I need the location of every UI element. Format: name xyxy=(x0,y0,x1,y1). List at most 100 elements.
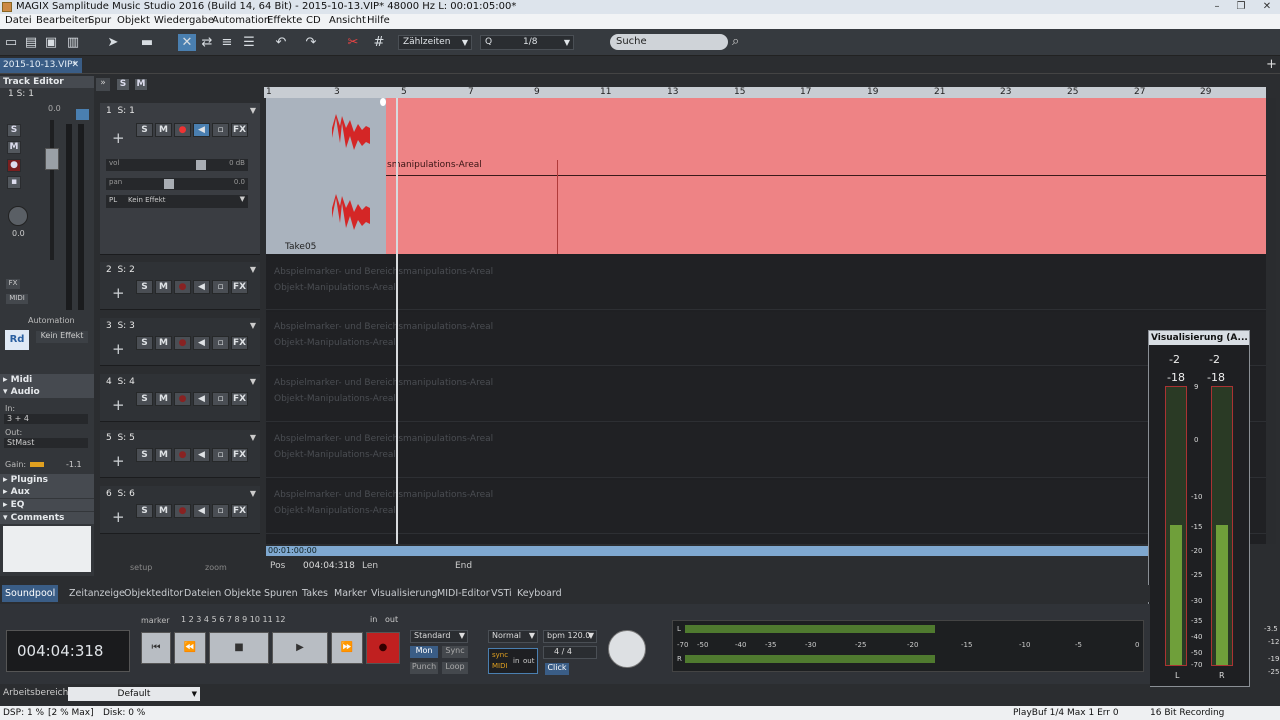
track-3-header[interactable]: 3 S: 3 ▼ + S M ● ◀ ▫ FX xyxy=(100,318,260,366)
track-4-solo-button[interactable]: S xyxy=(136,392,153,406)
track-1-plugin-select[interactable]: PL Kein Effekt ▼ xyxy=(106,195,248,208)
monitor-icon[interactable]: ◀ xyxy=(193,504,210,518)
record-icon[interactable]: ● xyxy=(174,392,191,406)
pointer-tool-icon[interactable]: ➤ xyxy=(104,34,122,51)
pan-knob[interactable] xyxy=(8,206,28,226)
search-icon[interactable]: ⌕ xyxy=(732,34,739,49)
clip-handle[interactable] xyxy=(380,98,386,106)
add-icon[interactable]: + xyxy=(112,129,125,147)
midi-button[interactable]: MIDI xyxy=(6,294,28,304)
menu-ansicht[interactable]: Ansicht xyxy=(329,15,366,26)
jog-wheel[interactable] xyxy=(608,630,646,668)
marker-6[interactable]: 6 xyxy=(219,615,224,624)
expand-icon[interactable]: » xyxy=(96,78,110,91)
track-4-header[interactable]: 4 S: 4 ▼ + S M ● ◀ ▫ FX xyxy=(100,374,260,422)
tab-midi-editor[interactable]: MIDI-Editor xyxy=(434,585,493,602)
monitor-icon[interactable]: ◀ xyxy=(193,280,210,294)
chevron-down-icon[interactable]: ▼ xyxy=(250,489,256,498)
track-editor-header[interactable]: Track Editor xyxy=(0,76,94,88)
menu-spur[interactable]: Spur xyxy=(88,15,111,26)
punch-button[interactable]: Punch xyxy=(410,662,438,674)
track-2-header[interactable]: 2 S: 2 ▼ + S M ● ◀ ▫ FX xyxy=(100,262,260,310)
cut-icon[interactable]: ✂ xyxy=(344,34,362,51)
go-to-start-icon[interactable]: ⏮ xyxy=(141,632,171,664)
track-5-solo-button[interactable]: S xyxy=(136,448,153,462)
input-select[interactable]: 3 + 4 xyxy=(4,414,88,424)
tab-objekteditor[interactable]: Objekteditor xyxy=(121,585,186,602)
midi-section-header[interactable]: ▸ Midi xyxy=(0,374,94,386)
open-icon[interactable]: ▤ xyxy=(22,34,40,51)
eq-section-header[interactable]: ▸ EQ xyxy=(0,499,94,511)
track-1-solo-button[interactable]: S xyxy=(136,123,153,137)
marker-10[interactable]: 10 xyxy=(250,615,260,624)
track-1-volume-slider[interactable]: vol 0 dB xyxy=(106,159,248,171)
add-icon[interactable]: + xyxy=(112,396,125,414)
global-mute-button[interactable]: M xyxy=(134,78,148,91)
record-icon[interactable]: ● xyxy=(174,280,191,294)
position-scrollbar[interactable]: 00:01:00:00 xyxy=(266,546,1148,556)
record-icon[interactable]: ● xyxy=(174,504,191,518)
marker-2[interactable]: 2 xyxy=(189,615,194,624)
comments-section-header[interactable]: ▾ Comments xyxy=(0,512,94,524)
track-1-fx-button[interactable]: FX xyxy=(231,123,248,137)
tab-zeitanzeige[interactable]: Zeitanzeige xyxy=(66,585,128,602)
monitor-button[interactable]: Mon xyxy=(410,646,438,658)
marker-7[interactable]: 7 xyxy=(227,615,232,624)
comments-textarea[interactable] xyxy=(3,526,91,572)
new-file-icon[interactable]: ▭ xyxy=(2,34,20,51)
timeline-ruler[interactable]: 1 3 5 7 9 11 13 15 17 19 21 23 25 27 29 xyxy=(264,87,1266,98)
audio-clip[interactable]: Take05 xyxy=(266,98,386,254)
chevron-down-icon[interactable]: ▼ xyxy=(250,265,256,274)
workarea-select[interactable]: Default ▼ xyxy=(68,687,200,701)
redo-icon[interactable]: ↷ xyxy=(302,34,320,51)
menu-wiedergabe[interactable]: Wiedergabe xyxy=(154,15,214,26)
lock-icon[interactable]: ▫ xyxy=(212,336,229,350)
align-icon[interactable]: ≡ xyxy=(218,34,236,51)
track-1-mute-button[interactable]: M xyxy=(155,123,172,137)
lock-icon[interactable]: ▫ xyxy=(212,280,229,294)
marker-1[interactable]: 1 xyxy=(181,615,186,624)
volume-fader-handle[interactable] xyxy=(45,148,59,170)
track-2-mute-button[interactable]: M xyxy=(155,280,172,294)
record-icon[interactable]: ● xyxy=(174,336,191,350)
marker-5[interactable]: 5 xyxy=(212,615,217,624)
tab-vsti[interactable]: VSTi xyxy=(488,585,515,602)
tab-spuren[interactable]: Spuren xyxy=(261,585,301,602)
in-marker[interactable]: in xyxy=(370,615,377,624)
pan-handle[interactable] xyxy=(164,179,174,189)
track-5-header[interactable]: 5 S: 5 ▼ + S M ● ◀ ▫ FX xyxy=(100,430,260,478)
search-input[interactable]: Suche xyxy=(610,34,728,50)
tab-objekte[interactable]: Objekte xyxy=(221,585,264,602)
chevron-down-icon[interactable]: ▼ xyxy=(250,106,256,115)
track-2-solo-button[interactable]: S xyxy=(136,280,153,294)
lock-icon[interactable]: ▫ xyxy=(212,392,229,406)
tab-keyboard[interactable]: Keyboard xyxy=(514,585,565,602)
marker-8[interactable]: 8 xyxy=(234,615,239,624)
track-4-mute-button[interactable]: M xyxy=(155,392,172,406)
grid-mode-select[interactable]: Zählzeiten ▼ xyxy=(398,35,472,50)
chevron-down-icon[interactable]: ▼ xyxy=(250,321,256,330)
add-icon[interactable]: + xyxy=(1266,57,1277,72)
mute-button[interactable]: M xyxy=(7,141,21,154)
tab-dateien[interactable]: Dateien xyxy=(181,585,224,602)
track-2-fx-button[interactable]: FX xyxy=(231,280,248,294)
rewind-icon[interactable]: ⏪ xyxy=(174,632,206,664)
aux-section-header[interactable]: ▸ Aux xyxy=(0,486,94,498)
track-3-lane[interactable] xyxy=(266,312,1266,366)
record-icon[interactable]: ● xyxy=(174,123,191,137)
track-3-solo-button[interactable]: S xyxy=(136,336,153,350)
fx-button[interactable]: FX xyxy=(6,279,20,289)
time-display[interactable]: 004:04:318 xyxy=(6,630,130,672)
solo-button[interactable]: S xyxy=(7,124,21,137)
click-button[interactable]: Click xyxy=(545,663,569,675)
track-4-lane[interactable] xyxy=(266,368,1266,422)
document-tab[interactable]: 2015-10-13.VIP* ✕ xyxy=(0,58,82,73)
marker-4[interactable]: 4 xyxy=(204,615,209,624)
close-icon[interactable]: ✕ xyxy=(1258,0,1276,14)
track-6-mute-button[interactable]: M xyxy=(155,504,172,518)
tab-marker[interactable]: Marker xyxy=(331,585,370,602)
marker-9[interactable]: 9 xyxy=(242,615,247,624)
quantize-select[interactable]: Q 1/8 ▼ xyxy=(480,35,574,50)
effect-select[interactable]: Kein Effekt xyxy=(36,331,88,343)
track-selector[interactable]: 1 S: 1 xyxy=(8,89,34,99)
